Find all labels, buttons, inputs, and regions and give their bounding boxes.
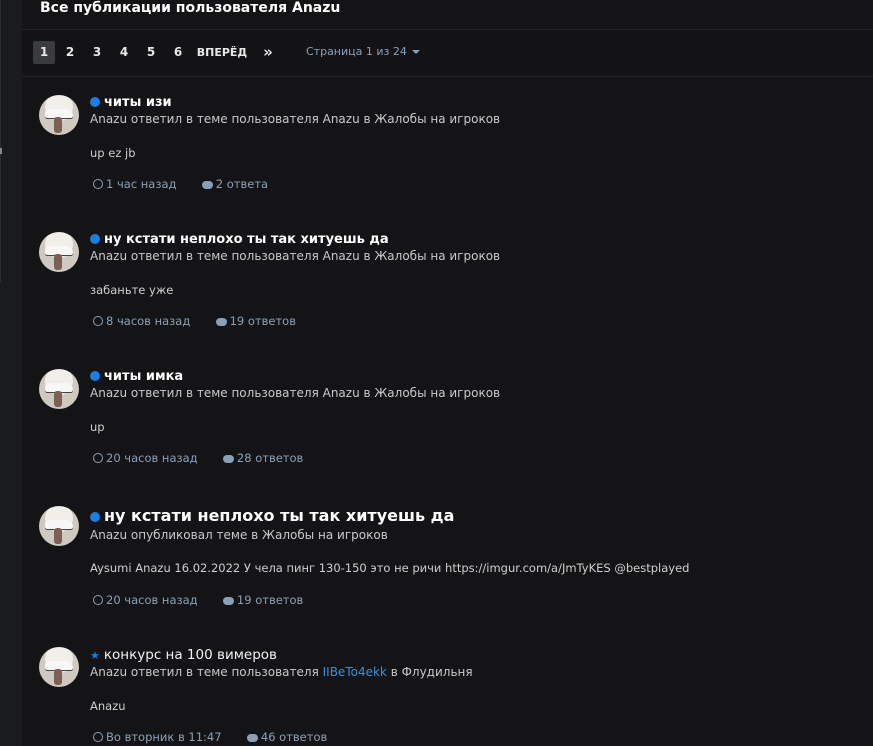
clock-icon bbox=[93, 732, 103, 742]
subtitle-text: Anazu ответил в теме пользователя bbox=[90, 665, 323, 679]
comment-icon bbox=[222, 597, 234, 605]
avatar[interactable] bbox=[39, 647, 79, 687]
clock-icon bbox=[93, 179, 103, 189]
content-panel: Все публикации пользователя Anazu 1 2 3 … bbox=[22, 0, 873, 746]
post-subtitle: Anazu ответил в теме пользователя Anazu … bbox=[90, 112, 501, 126]
post-title-text: читы имка bbox=[104, 369, 184, 384]
post-title-text: конкурс на 100 вимеров bbox=[103, 647, 277, 663]
sidebar-divider bbox=[0, 0, 1, 282]
page-3-button[interactable]: 3 bbox=[87, 41, 107, 64]
clock-icon bbox=[93, 453, 103, 463]
unread-dot-icon bbox=[90, 512, 100, 522]
post-title-text: читы изи bbox=[104, 95, 172, 110]
post-subtitle: Anazu опубликовал теме в Жалобы на игрок… bbox=[90, 528, 388, 542]
star-icon: ★ bbox=[90, 649, 100, 662]
post-time[interactable]: Во вторник в 11:47 bbox=[106, 730, 222, 744]
post-title-text: ну кстати неплохо ты так хитуешь да bbox=[104, 232, 389, 247]
left-sidebar-edge bbox=[0, 0, 22, 746]
comment-icon bbox=[246, 734, 258, 742]
post-excerpt: забаньте уже bbox=[90, 283, 174, 297]
user-link[interactable]: IIBeTo4ekk bbox=[323, 665, 387, 679]
post-time[interactable]: 20 часов назад bbox=[106, 593, 198, 607]
post-excerpt: Aysumi Anazu 16.02.2022 У чела пинг 130-… bbox=[90, 561, 690, 575]
clock-icon bbox=[93, 316, 103, 326]
post-title-link[interactable]: ★ конкурс на 100 вимеров bbox=[90, 647, 277, 663]
post-excerpt: Anazu bbox=[90, 699, 126, 713]
double-chevron-right-icon[interactable]: » bbox=[258, 41, 278, 64]
page-1-button[interactable]: 1 bbox=[33, 41, 55, 64]
page-title: Все публикации пользователя Anazu bbox=[40, 0, 341, 16]
page-info-label: Страница 1 из 24 bbox=[306, 45, 407, 58]
post-title-link[interactable]: читы имка bbox=[90, 369, 183, 384]
comment-icon bbox=[222, 455, 234, 463]
post-time[interactable]: 1 час назад bbox=[106, 177, 176, 191]
post-time[interactable]: 20 часов назад bbox=[106, 451, 198, 465]
page-jump-dropdown[interactable]: Страница 1 из 24 bbox=[306, 45, 420, 58]
unread-dot-icon bbox=[90, 371, 100, 381]
page-5-button[interactable]: 5 bbox=[141, 41, 161, 64]
post-meta: 20 часов назад 28 ответов bbox=[93, 451, 303, 465]
post-time[interactable]: 8 часов назад bbox=[106, 314, 190, 328]
avatar[interactable] bbox=[39, 506, 79, 546]
unread-dot-icon bbox=[90, 97, 100, 107]
reply-count: 19 ответов bbox=[236, 593, 304, 607]
post-title-text: ну кстати неплохо ты так хитуешь да bbox=[104, 506, 455, 525]
post-subtitle: Anazu ответил в теме пользователя Anazu … bbox=[90, 249, 501, 263]
post-subtitle: Anazu ответил в теме пользователя IIBeTo… bbox=[90, 665, 473, 679]
post-excerpt: up bbox=[90, 420, 105, 434]
reply-count: 46 ответов bbox=[260, 730, 328, 744]
unread-dot-icon bbox=[90, 234, 100, 244]
post-meta: 8 часов назад 19 ответов bbox=[93, 314, 296, 328]
post-subtitle: Anazu ответил в теме пользователя Anazu … bbox=[90, 386, 501, 400]
avatar[interactable] bbox=[39, 369, 79, 409]
post-excerpt: up ez jb bbox=[90, 146, 136, 160]
post-meta: 20 часов назад 19 ответов bbox=[93, 593, 303, 607]
comment-icon bbox=[201, 181, 213, 189]
reply-count: 2 ответа bbox=[215, 177, 269, 191]
sidebar-marker bbox=[0, 148, 5, 154]
post-title-link[interactable]: читы изи bbox=[90, 95, 172, 110]
next-page-button[interactable]: ВПЕРЁД bbox=[196, 41, 248, 64]
post-title-link[interactable]: ну кстати неплохо ты так хитуешь да bbox=[90, 506, 454, 525]
subtitle-forum: в Флудильня bbox=[386, 665, 473, 679]
post-meta: Во вторник в 11:47 46 ответов bbox=[93, 730, 327, 744]
comment-icon bbox=[215, 318, 227, 326]
page-2-button[interactable]: 2 bbox=[60, 41, 80, 64]
reply-count: 28 ответов bbox=[236, 451, 304, 465]
avatar[interactable] bbox=[39, 232, 79, 272]
pagination: 1 2 3 4 5 6 ВПЕРЁД » Страница 1 из 24 bbox=[22, 29, 873, 77]
page-6-button[interactable]: 6 bbox=[168, 41, 188, 64]
post-title-link[interactable]: ну кстати неплохо ты так хитуешь да bbox=[90, 232, 389, 247]
page-4-button[interactable]: 4 bbox=[114, 41, 134, 64]
post-meta: 1 час назад 2 ответа bbox=[93, 177, 268, 191]
avatar[interactable] bbox=[39, 95, 79, 135]
caret-down-icon bbox=[411, 50, 420, 54]
clock-icon bbox=[93, 595, 103, 605]
reply-count: 19 ответов bbox=[229, 314, 296, 328]
